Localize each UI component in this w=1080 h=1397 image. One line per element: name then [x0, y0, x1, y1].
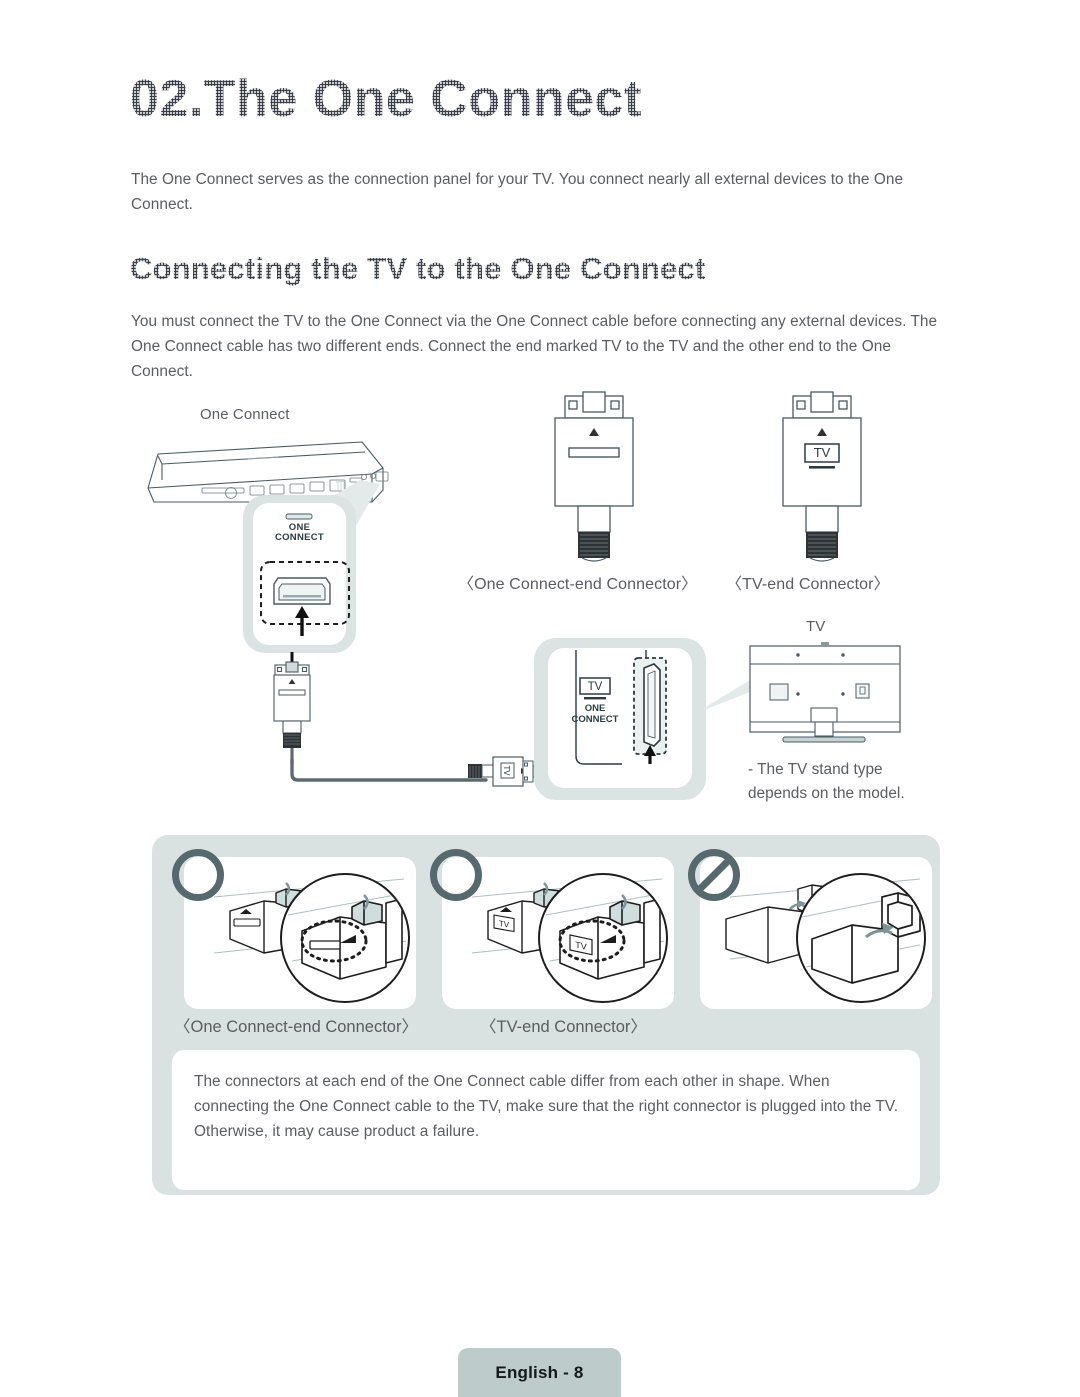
connection-diagram: One Connect ONE CONNECT TV 〈One Connect-… [0, 390, 1080, 820]
one-connect-end-connector-figure [554, 391, 634, 562]
page-title: 02.The One Connect [130, 72, 930, 127]
page-footer-tab: English - 8 [458, 1348, 621, 1397]
tv-port-label-line2: CONNECT [572, 714, 619, 725]
prohibition-slash-icon [695, 856, 733, 894]
section-paragraph: You must connect the TV to the One Conne… [131, 313, 938, 380]
manual-page: 02.The One Connect The One Connect serve… [0, 0, 1080, 1397]
tv-stand-note: - The TV stand type depends on the model… [748, 761, 905, 802]
tv-badge-text: TV [502, 765, 511, 776]
one-connect-end-zoom-circle [280, 873, 410, 1003]
one-connect-cable [290, 758, 488, 782]
tv-port-badge-text: TV [588, 681, 603, 693]
one-connect-socket-illustration [260, 561, 350, 636]
one-connect-end-connector-plug [273, 652, 311, 764]
caption-one-connect-end-connector-top: 〈One Connect-end Connector〉 [458, 576, 698, 593]
prohibited-marker [688, 849, 740, 901]
illustration-caption-tv-end: 〈TV-end Connector〉 [480, 1018, 647, 1036]
page-number-label: English - 8 [495, 1362, 584, 1382]
tv-port-label-line1: ONE [585, 703, 606, 714]
tv-end-connector-badge-text: TV [814, 445, 831, 460]
tv-illustration [749, 642, 901, 743]
warning-note-text: The connectors at each end of the One Co… [194, 1073, 899, 1140]
caption-tv-end-connector-top: 〈TV-end Connector〉 [726, 576, 890, 593]
tv-end-zoom-circle: TV [538, 873, 668, 1003]
illustration-caption-one-connect-end: 〈One Connect-end Connector〉 [174, 1018, 418, 1036]
tv-illustration-label: TV [806, 618, 826, 635]
section-heading: Connecting the TV to the One Connect [130, 252, 950, 287]
svg-text:TV: TV [499, 919, 510, 930]
warning-note-card: The connectors at each end of the One Co… [172, 1050, 920, 1190]
one-connect-port-label-line2: CONNECT [274, 532, 325, 543]
prohibited-zoom-circle [796, 873, 926, 1003]
tv-end-connector-figure: TV [782, 391, 862, 562]
tv-end-connector-plug: TV [468, 756, 578, 787]
allowed-marker-one-connect-end [172, 849, 224, 901]
intro-paragraph: The One Connect serves as the connection… [131, 171, 904, 213]
one-connect-label: One Connect [200, 406, 290, 423]
tv-port-illustration: TV ONE CONNECT [572, 650, 667, 765]
allowed-marker-tv-end [430, 849, 482, 901]
